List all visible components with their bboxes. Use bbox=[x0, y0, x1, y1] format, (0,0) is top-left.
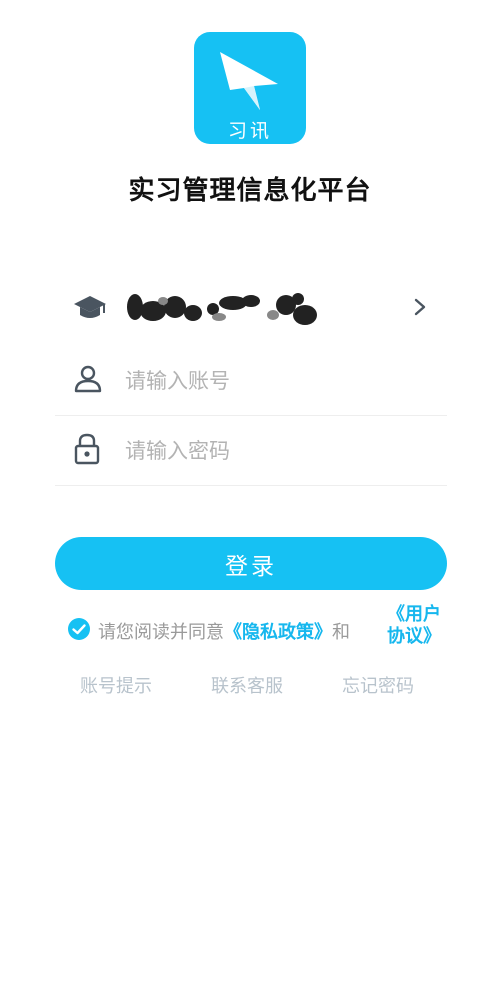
privacy-policy-link[interactable]: 《隐私政策》 bbox=[224, 622, 332, 643]
password-input[interactable] bbox=[125, 439, 425, 463]
forgot-password-link[interactable]: 忘记密码 bbox=[342, 672, 414, 698]
school-name-redacted bbox=[127, 293, 317, 325]
account-hint-link[interactable]: 账号提示 bbox=[80, 672, 152, 698]
school-selector[interactable] bbox=[55, 274, 447, 344]
agreement-checkbox[interactable] bbox=[67, 617, 91, 645]
user-agreement-link[interactable]: 《用户 协议》 bbox=[379, 604, 449, 648]
lock-icon bbox=[73, 432, 101, 470]
user-agreement-line2: 协议》 bbox=[387, 626, 441, 647]
person-icon bbox=[73, 364, 103, 398]
password-row bbox=[55, 416, 447, 486]
login-button[interactable]: 登录 bbox=[55, 537, 447, 590]
agreement-and: 和 bbox=[332, 622, 350, 643]
agreement-row: 请您阅读并同意《隐私政策》和 《用户 协议》 bbox=[67, 604, 467, 654]
divider bbox=[55, 485, 447, 486]
agreement-text: 请您阅读并同意《隐私政策》和 bbox=[98, 618, 350, 644]
logo-text: 习讯 bbox=[227, 120, 272, 142]
account-input[interactable] bbox=[125, 369, 425, 393]
contact-support-link[interactable]: 联系客服 bbox=[211, 672, 283, 698]
app-logo: 习讯 bbox=[194, 32, 306, 144]
paper-plane-icon bbox=[220, 52, 278, 110]
chevron-right-icon bbox=[413, 297, 427, 321]
check-circle-icon bbox=[68, 618, 90, 640]
graduation-cap-icon bbox=[73, 292, 107, 326]
user-agreement-line1: 《用户 bbox=[387, 604, 441, 625]
page-title: 实习管理信息化平台 bbox=[128, 176, 372, 206]
agreement-prefix: 请您阅读并同意 bbox=[98, 622, 224, 643]
account-row bbox=[55, 346, 447, 416]
